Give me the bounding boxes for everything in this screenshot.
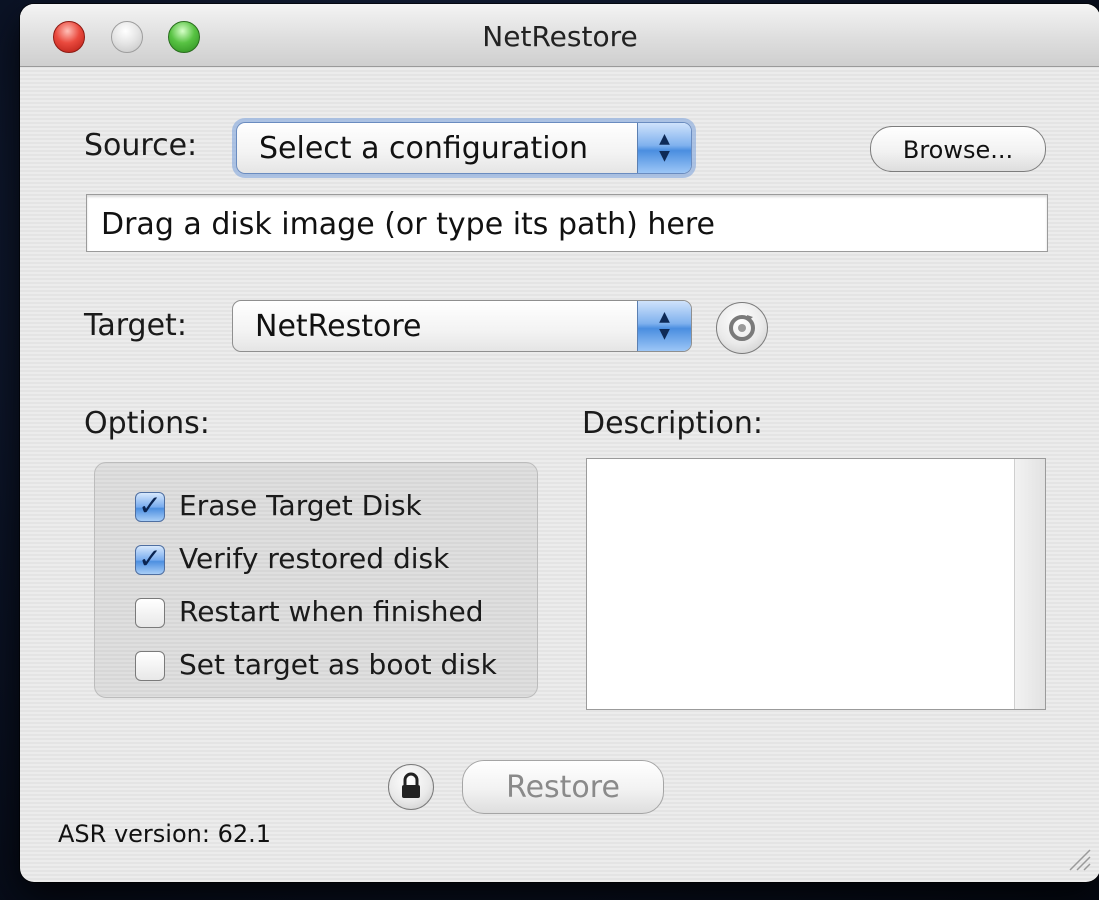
restore-button[interactable]: Restore <box>462 760 664 814</box>
asr-version-text: ASR version: 62.1 <box>58 820 272 848</box>
source-popup-value: Select a configuration <box>259 131 589 166</box>
target-popup-value: NetRestore <box>255 309 422 344</box>
disk-image-path-field[interactable]: Drag a disk image (or type its path) her… <box>86 194 1048 252</box>
verify-restored-disk-checkbox[interactable]: ✓ <box>135 545 165 575</box>
description-scrollbar[interactable] <box>1014 459 1045 709</box>
updown-arrows-icon: ▲ ▼ <box>637 301 691 351</box>
option-label: Erase Target Disk <box>179 489 422 522</box>
refresh-icon <box>729 315 755 341</box>
option-label: Restart when finished <box>179 595 484 628</box>
lock-button[interactable] <box>388 764 434 810</box>
source-popup[interactable]: Select a configuration ▲ ▼ <box>236 122 692 174</box>
options-group: ✓ Erase Target Disk ✓ Verify restored di… <box>94 462 538 698</box>
target-label: Target: <box>84 308 187 343</box>
lock-icon <box>402 772 420 798</box>
window-title: NetRestore <box>482 20 638 53</box>
restart-when-finished-checkbox[interactable] <box>135 598 165 628</box>
option-label: Set target as boot disk <box>179 648 497 681</box>
source-label: Source: <box>84 128 198 163</box>
erase-target-disk-checkbox[interactable]: ✓ <box>135 492 165 522</box>
title-bar[interactable]: NetRestore <box>20 4 1099 67</box>
netrestore-window: NetRestore Source: Select a configuratio… <box>20 4 1099 882</box>
description-label: Description: <box>582 406 763 441</box>
target-popup[interactable]: NetRestore ▲ ▼ <box>232 300 692 352</box>
updown-arrows-icon: ▲ ▼ <box>637 123 691 173</box>
options-label: Options: <box>84 406 210 441</box>
resize-grip-icon[interactable] <box>1062 842 1092 872</box>
description-text-area[interactable] <box>586 458 1046 710</box>
browse-button[interactable]: Browse... <box>870 126 1046 172</box>
refresh-button[interactable] <box>716 302 768 354</box>
set-target-as-boot-disk-checkbox[interactable] <box>135 651 165 681</box>
option-label: Verify restored disk <box>179 542 450 575</box>
